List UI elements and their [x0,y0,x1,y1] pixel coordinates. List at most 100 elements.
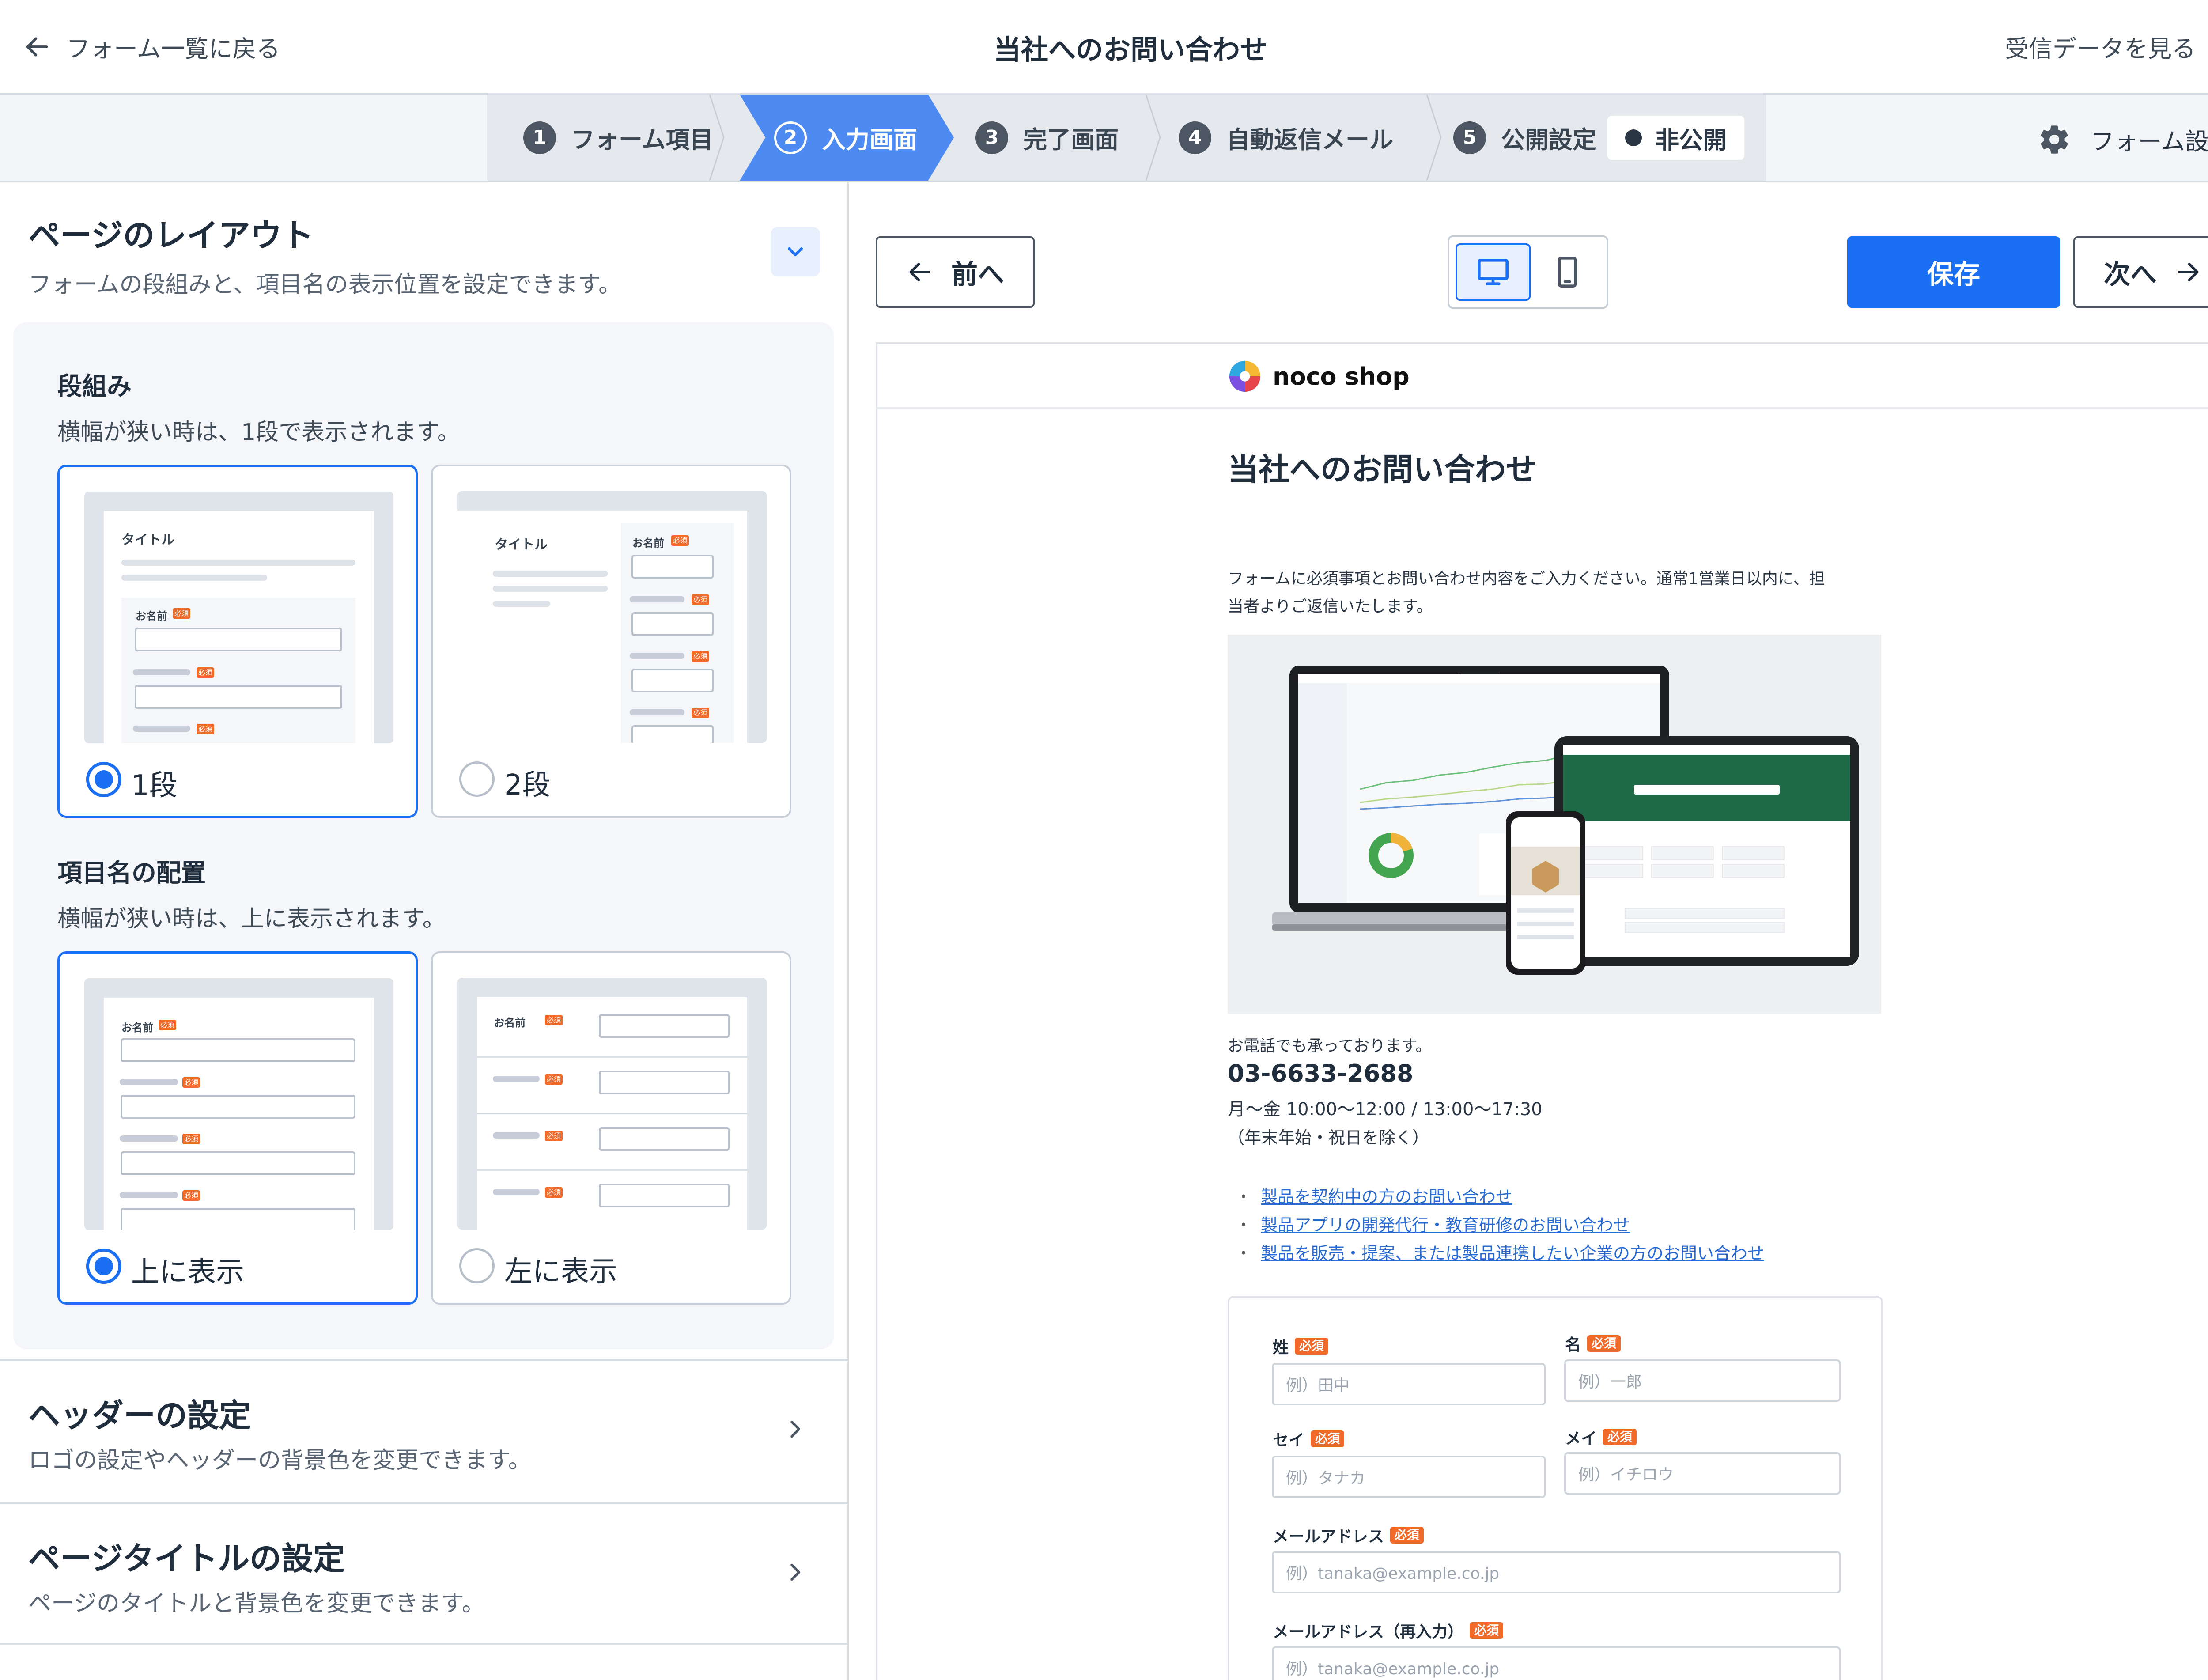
inquiry-links: ・ 製品を契約中の方のお問い合わせ ・ 製品アプリの開発代行・教育研修のお問い合… [1235,1181,1764,1266]
thumb-title: タイトル [495,537,548,552]
one-column-radio[interactable] [86,762,121,797]
logo-icon [1229,360,1261,392]
chevron-right-icon [790,1420,801,1438]
phone-lead-text: お電話でも承っております。 [1228,1037,1432,1055]
form-settings-label: フォーム設定 [2090,128,2208,155]
label-left-radio[interactable] [459,1248,495,1283]
layout-section-desc: フォームの段組みと、項目名の表示位置を設定できます。 [28,272,622,298]
chevron-right-icon [790,1563,801,1581]
one-column-option[interactable]: タイトル お名前 必須 必須 必須 1段 [57,465,418,818]
form-preview: noco shop 当社へのお問い合わせ フォームに必須事項とお問い合わせ内容を… [876,342,2208,1680]
last-kana-label: セイ 必須 [1273,1427,1345,1450]
top-bar: フォーム一覧に戻る 当社へのお問い合わせ 受信データを見る [0,0,2208,95]
step-input-screen[interactable]: 2 入力画面 [774,95,917,181]
first-kana-input[interactable]: 例）イチロウ [1564,1452,1841,1495]
header-settings-title: ヘッダーの設定 [28,1397,251,1434]
list-item: ・ 製品を販売・提案、または製品連携したい企業の方のお問い合わせ [1235,1237,1764,1266]
gear-icon [2040,125,2068,154]
label-left-option[interactable]: お名前 必須 必須 必須 必須 左に表示 [431,951,791,1305]
label-position-title: 項目名の配置 [57,859,206,888]
step-publish-settings[interactable]: 5 公開設定 [1453,95,1596,181]
step-label: 公開設定 [1501,126,1596,154]
two-column-radio[interactable] [459,761,495,797]
inquiry-link-contract[interactable]: 製品を契約中の方のお問い合わせ [1261,1183,1512,1207]
publish-status-badge: 非公開 [1607,116,1744,160]
step-label: フォーム項目 [571,126,714,154]
label-top-option[interactable]: お名前 必須 必須 必須 必須 上に表示 [57,951,418,1305]
preview-intro: フォームに必須事項とお問い合わせ内容をご入力ください。通常1営業日以内に、担 当… [1228,570,1825,616]
step-separator-icon [1145,95,1161,181]
preview-header: noco shop [877,344,2208,409]
list-item: ・ 製品を契約中の方のお問い合わせ [1235,1181,1764,1209]
save-button[interactable]: 保存 [1847,236,2060,308]
step-label: 入力画面 [822,126,917,154]
layout-options-panel: 段組み 横幅が狭い時は、1段で表示されます。 タイトル お名前 必須 必須 必須… [13,322,834,1349]
header-settings-desc: ロゴの設定やヘッダーの背景色を変更できます。 [28,1447,531,1474]
desktop-view-button[interactable] [1456,243,1531,301]
step-label: 自動返信メール [1226,126,1393,154]
last-kana-input[interactable]: 例）タナカ [1272,1456,1546,1498]
form-settings-button[interactable]: フォーム設定 [2038,122,2208,157]
inquiry-link-development[interactable]: 製品アプリの開発代行・教育研修のお問い合わせ [1261,1211,1630,1236]
step-label: 完了画面 [1023,126,1119,154]
required-badge: 必須 [1587,1335,1621,1352]
collapse-layout-button[interactable] [771,227,820,276]
next-button-label: 次へ [2104,259,2157,290]
inquiry-link-partner[interactable]: 製品を販売・提案、または製品連携したい企業の方のお問い合わせ [1261,1240,1764,1264]
mobile-view-button[interactable] [1530,243,1605,301]
layout-section-title: ページのレイアウト [28,217,314,254]
shop-logo: noco shop [1228,359,1410,394]
label-left-label: 左に表示 [504,1256,617,1288]
one-column-label: 1段 [131,769,178,802]
business-hours: 月〜金 10:00〜12:00 / 13:00〜17:30 [1228,1099,1543,1120]
label-top-radio[interactable] [86,1249,121,1284]
step-number: 2 [774,121,807,154]
first-name-input[interactable]: 例）一郎 [1564,1359,1841,1402]
step-separator-icon [1426,95,1442,181]
step-bar: 1 フォーム項目 2 入力画面 3 完了画面 4 自動返信メール 5 公開設定 … [0,95,2208,182]
two-column-option[interactable]: タイトル お名前 必須 必須 必須 必須 2段 [431,465,791,818]
save-button-label: 保存 [1927,259,1980,290]
step-number: 3 [975,121,1008,154]
prev-button[interactable]: 前へ [876,236,1035,308]
columns-title: 段組み [57,372,132,401]
page-title-settings-section[interactable]: ページタイトルの設定 ページのタイトルと背景色を変更できます。 [0,1502,849,1645]
step-form-fields[interactable]: 1 フォーム項目 [523,95,713,181]
view-data-label: 受信データを見る [2005,35,2196,63]
one-column-thumbnail: タイトル お名前 必須 必須 必須 [84,492,393,743]
step-complete-screen[interactable]: 3 完了画面 [975,95,1119,181]
step-number: 5 [1453,121,1486,154]
label-position-desc: 横幅が狭い時は、上に表示されます。 [57,906,446,932]
label-left-thumbnail: お名前 必須 必須 必須 必須 [457,978,767,1230]
header-settings-section[interactable]: ヘッダーの設定 ロゴの設定やヘッダーの背景色を変更できます。 [0,1359,849,1502]
two-column-label: 2段 [504,769,551,802]
email-label: メールアドレス 必須 [1273,1524,1424,1547]
required-badge: 必須 [1311,1430,1345,1447]
logo-text: noco shop [1273,362,1410,390]
email-input[interactable]: 例）tanaka@example.co.jp [1272,1551,1841,1593]
desktop-icon [1478,259,1509,285]
publish-status-label: 非公開 [1655,126,1727,154]
product-devices-image [1228,635,1881,1014]
required-badge: 必須 [1470,1622,1504,1639]
preview-form: 姓 必須 例）田中 名 必須 例）一郎 セイ 必須 例）タナカ メイ 必須 例）… [1228,1296,1883,1680]
columns-desc: 横幅が狭い時は、1段で表示されます。 [57,419,460,446]
thumb-name-label: お名前 [136,610,167,622]
view-received-data-link[interactable]: 受信データを見る [2005,29,2208,64]
first-kana-label: メイ 必須 [1565,1426,1637,1449]
thumb-title: タイトル [121,532,174,548]
settings-panel: ページのレイアウト フォームの段組みと、項目名の表示位置を設定できます。 段組み… [0,182,849,1680]
step-number: 1 [523,121,556,154]
holiday-note: （年末年始・祝日を除く） [1228,1128,1429,1147]
list-item: ・ 製品アプリの開発代行・教育研修のお問い合わせ [1235,1209,1764,1237]
last-name-input[interactable]: 例）田中 [1272,1363,1546,1405]
device-toggle [1448,235,1608,309]
arrow-left-icon [909,263,930,281]
thumb-required-badge: 必須 [173,608,190,619]
devices-illustration [1272,666,1859,975]
preview-form-title: 当社へのお問い合わせ [1228,451,1537,488]
step-auto-reply-mail[interactable]: 4 自動返信メール [1179,95,1393,181]
next-button[interactable]: 次へ [2073,236,2208,308]
status-dot-icon [1625,129,1642,146]
email-confirm-input[interactable]: 例）tanaka@example.co.jp [1272,1646,1841,1680]
